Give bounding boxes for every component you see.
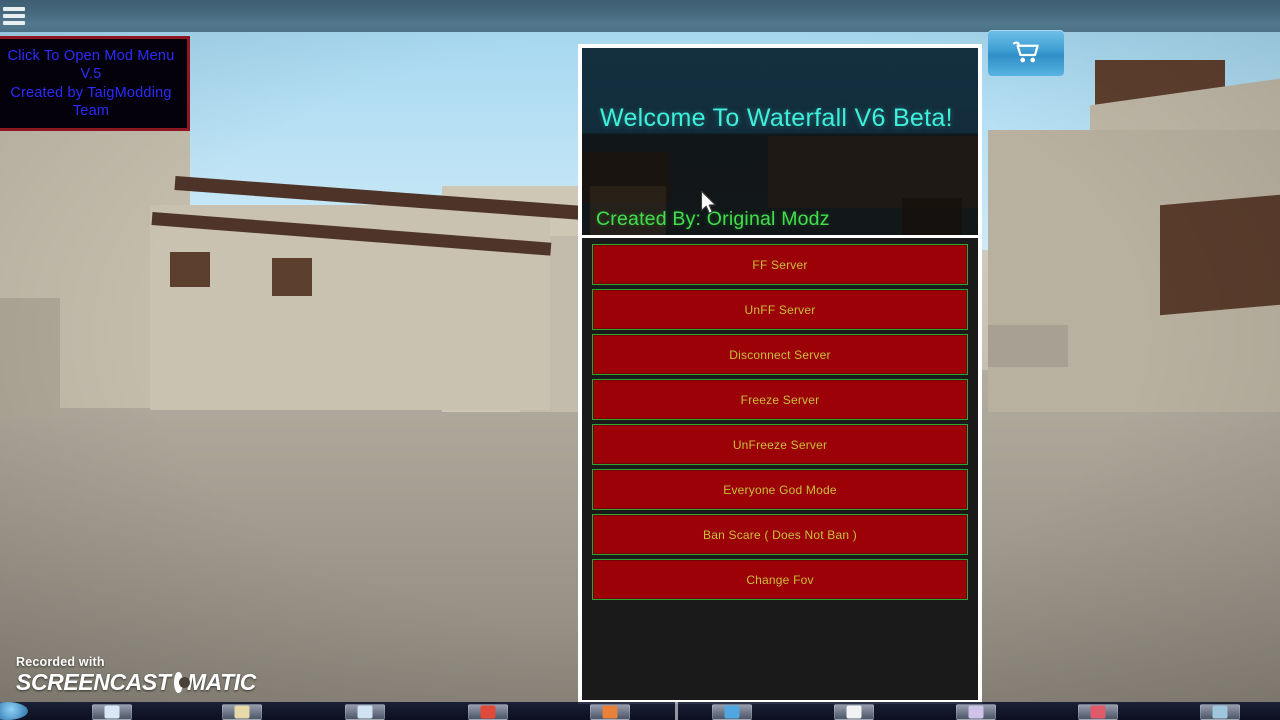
taskbar-item-ie-icon (104, 705, 120, 719)
notice-line-3: Created by TaigModding (10, 84, 172, 101)
taskbar-item-ie[interactable] (92, 704, 132, 720)
everyone-god-mode-button[interactable]: Everyone God Mode (592, 469, 968, 510)
taskbar-item-window[interactable] (834, 704, 874, 720)
screencast-o-matic-watermark: Recorded with SCREENCAST MATIC (16, 655, 256, 696)
taskbar-item-media[interactable] (345, 704, 385, 720)
taskbar-item-app5-icon (602, 705, 618, 719)
panel-title: Welcome To Waterfall V6 Beta! (600, 104, 953, 132)
roblox-topbar (0, 0, 1280, 32)
windows-taskbar (0, 702, 1280, 720)
ff-server-button[interactable]: FF Server (592, 244, 968, 285)
taskbar-item-folder[interactable] (956, 704, 996, 720)
screen-root: Click To Open Mod Menu V.5 Created by Ta… (0, 0, 1280, 720)
start-button[interactable] (0, 702, 28, 720)
watermark-brand: SCREENCAST MATIC (16, 669, 256, 696)
unff-server-button[interactable]: UnFF Server (592, 289, 968, 330)
taskbar-item-browser[interactable] (712, 704, 752, 720)
window-left-1 (170, 252, 210, 287)
watermark-brand-left: SCREENCAST (16, 669, 171, 695)
taskbar-item-explorer-icon (234, 705, 250, 719)
ban-scare-button[interactable]: Ban Scare ( Does Not Ban ) (592, 514, 968, 555)
foreground-left-block (0, 298, 60, 418)
notice-line-1: Click To Open Mod Menu (7, 47, 175, 64)
watermark-recorded-with: Recorded with (16, 655, 105, 669)
taskbar-item-browser-icon (724, 705, 740, 719)
taskbar-item-window-icon (846, 705, 862, 719)
mod-menu-panel: Welcome To Waterfall V6 Beta! Created By… (578, 44, 982, 704)
taskbar-item-app4-icon (480, 705, 496, 719)
mod-menu-button-list: FF Server UnFF Server Disconnect Server Fre… (582, 238, 978, 700)
foreground-right-block (988, 325, 1068, 367)
notice-line-4: Team (72, 103, 110, 119)
taskbar-item-media-icon (357, 705, 373, 719)
taskbar-item-app5[interactable] (590, 704, 630, 720)
header-block-3 (902, 198, 962, 235)
unfreeze-server-button[interactable]: UnFreeze Server (592, 424, 968, 465)
shopping-cart-icon[interactable] (988, 30, 1064, 76)
taskbar-separator (675, 702, 678, 720)
taskbar-item-app10[interactable] (1200, 704, 1240, 720)
panel-credit: Created By: Original Modz (596, 208, 830, 230)
window-left-2 (272, 258, 312, 296)
watermark-record-dot-icon (174, 672, 192, 693)
mod-menu-header: Welcome To Waterfall V6 Beta! Created By… (582, 48, 978, 238)
watermark-brand-right: MATIC (186, 669, 257, 695)
taskbar-item-app4[interactable] (468, 704, 508, 720)
taskbar-item-explorer[interactable] (222, 704, 262, 720)
disconnect-server-button[interactable]: Disconnect Server (592, 334, 968, 375)
window-right-1 (1160, 194, 1280, 316)
change-fov-button[interactable]: Change Fov (592, 559, 968, 600)
notice-line-2: V.5 (80, 66, 102, 82)
taskbar-item-folder-icon (968, 705, 984, 719)
taskbar-item-app10-icon (1212, 705, 1228, 719)
hamburger-icon[interactable] (2, 5, 26, 27)
open-mod-menu-notice[interactable]: Click To Open Mod Menu V.5 Created by Ta… (0, 36, 190, 131)
taskbar-item-app9-icon (1090, 705, 1106, 719)
freeze-server-button[interactable]: Freeze Server (592, 379, 968, 420)
taskbar-item-app9[interactable] (1078, 704, 1118, 720)
